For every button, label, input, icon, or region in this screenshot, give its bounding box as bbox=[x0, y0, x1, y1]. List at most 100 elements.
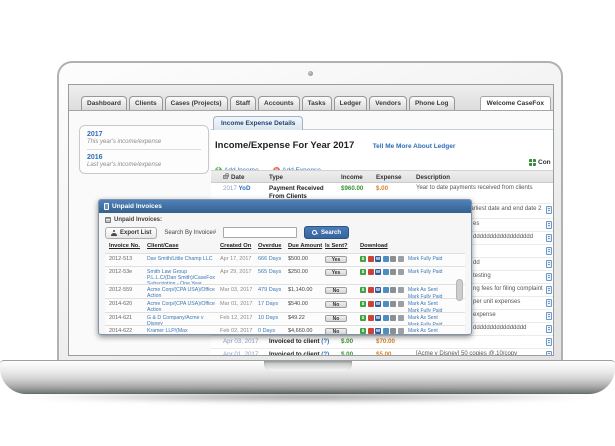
nav-tab-cases[interactable]: Cases (Projects) bbox=[165, 96, 228, 110]
printer-icon[interactable] bbox=[390, 315, 396, 321]
sidebar-item-2017[interactable]: 2017 This year's income/expense bbox=[87, 131, 201, 145]
word-icon[interactable]: W bbox=[375, 301, 381, 307]
word-icon[interactable]: W bbox=[375, 256, 381, 262]
note-icon[interactable] bbox=[546, 325, 552, 333]
search-button[interactable]: Search bbox=[304, 226, 349, 239]
cell-due-amount: $4,660.00 bbox=[288, 328, 312, 334]
tab-income-expense-details[interactable]: Income Expense Details bbox=[213, 116, 303, 130]
note-icon[interactable] bbox=[546, 338, 552, 346]
note-icon[interactable] bbox=[546, 312, 552, 320]
copy-icon[interactable] bbox=[398, 315, 404, 321]
note-icon[interactable] bbox=[546, 286, 552, 294]
mark-fully-paid-link[interactable]: Mark Fully Paid bbox=[408, 269, 442, 276]
cell-description: [Acme v Disney] 50 copies @.10/copy bbox=[416, 351, 546, 356]
pdf-icon[interactable] bbox=[368, 328, 374, 334]
sent-badge: No bbox=[325, 315, 347, 322]
invoice-search-input[interactable] bbox=[223, 227, 297, 238]
note-icon[interactable] bbox=[546, 273, 552, 281]
copy-icon[interactable] bbox=[398, 287, 404, 293]
nav-tab-ledger[interactable]: Ledger bbox=[334, 96, 368, 110]
welcome-menu[interactable]: Welcome CaseFox bbox=[480, 96, 551, 110]
yod-link[interactable]: YoD bbox=[239, 185, 251, 192]
view-icon[interactable] bbox=[383, 315, 389, 321]
dialog-titlebar[interactable]: Unpaid Invoices bbox=[99, 200, 471, 213]
nav-tab-staff[interactable]: Staff bbox=[230, 96, 256, 110]
pdf-icon[interactable] bbox=[368, 301, 374, 307]
view-icon[interactable] bbox=[383, 328, 389, 334]
note-icon[interactable] bbox=[546, 247, 552, 255]
note-icon[interactable] bbox=[546, 260, 552, 268]
cell-income: $.00 bbox=[341, 351, 353, 356]
help-question-link[interactable]: (?) bbox=[321, 338, 329, 345]
nav-tab-phone-log[interactable]: Phone Log bbox=[409, 96, 455, 110]
scrollbar-thumb[interactable] bbox=[456, 279, 463, 301]
nav-tab-dashboard[interactable]: Dashboard bbox=[81, 96, 127, 110]
view-icon[interactable] bbox=[383, 256, 389, 262]
dollar-icon[interactable]: $ bbox=[360, 328, 366, 334]
column-is-sent[interactable]: Is Sent? bbox=[325, 243, 348, 249]
view-icon[interactable] bbox=[383, 301, 389, 307]
word-icon[interactable]: W bbox=[375, 269, 381, 275]
help-question-link[interactable]: (?) bbox=[321, 351, 329, 356]
pdf-icon[interactable] bbox=[368, 269, 374, 275]
word-icon[interactable]: W bbox=[375, 287, 381, 293]
column-created-on[interactable]: Created On bbox=[220, 243, 251, 249]
column-client-case[interactable]: Client/Case bbox=[147, 243, 179, 249]
export-list-button[interactable]: Export List bbox=[105, 227, 157, 239]
note-icon[interactable] bbox=[546, 299, 552, 307]
nav-tab-tasks[interactable]: Tasks bbox=[302, 96, 332, 110]
page-title: Income/Expense For Year 2017 bbox=[215, 140, 354, 151]
copy-icon[interactable] bbox=[398, 328, 404, 334]
mark-fully-paid-link[interactable]: Mark Fully Paid bbox=[408, 335, 442, 336]
overdue-link[interactable]: 666 Days bbox=[258, 256, 281, 262]
printer-icon[interactable] bbox=[390, 328, 396, 334]
sidebar-item-2016[interactable]: 2016 Last year's income/expense bbox=[87, 154, 201, 168]
year-link-2017[interactable]: 2017 bbox=[87, 131, 201, 138]
mark-fully-paid-link[interactable]: Mark Fully Paid bbox=[408, 256, 442, 263]
nav-tab-accounts[interactable]: Accounts bbox=[258, 96, 300, 110]
nav-tab-vendors[interactable]: Vendors bbox=[369, 96, 407, 110]
pdf-icon[interactable] bbox=[368, 256, 374, 262]
cell-income: $.00 bbox=[341, 338, 353, 345]
printer-icon[interactable] bbox=[390, 301, 396, 307]
dollar-icon[interactable]: $ bbox=[360, 287, 366, 293]
column-download[interactable]: Download bbox=[360, 243, 388, 249]
cell-client-case[interactable]: Kramer LLP/(Max Kramer)/CaseFox Subscrip… bbox=[147, 328, 217, 335]
overdue-link[interactable]: 17 Days bbox=[258, 301, 278, 307]
note-icon[interactable] bbox=[546, 351, 552, 356]
printer-icon[interactable] bbox=[390, 269, 396, 275]
view-icon[interactable] bbox=[383, 269, 389, 275]
column-invoice-no[interactable]: Invoice No. bbox=[109, 243, 140, 249]
year-link-2016[interactable]: 2016 bbox=[87, 154, 201, 161]
word-icon[interactable]: W bbox=[375, 315, 381, 321]
overdue-link[interactable]: 10 Days bbox=[258, 315, 278, 321]
cell-client-case[interactable]: Dav Smith/Little Champ LLC bbox=[147, 256, 217, 262]
top-nav: Dashboard Clients Cases (Projects) Staff… bbox=[69, 85, 553, 111]
overdue-link[interactable]: 479 Days bbox=[258, 287, 281, 293]
note-icon[interactable] bbox=[546, 206, 552, 214]
dollar-icon[interactable]: $ bbox=[360, 301, 366, 307]
column-overdue[interactable]: Overdue bbox=[258, 243, 282, 249]
dollar-icon[interactable]: $ bbox=[360, 269, 366, 275]
copy-icon[interactable] bbox=[398, 301, 404, 307]
column-due-amount[interactable]: Due Amount bbox=[288, 243, 322, 249]
copy-icon[interactable] bbox=[398, 269, 404, 275]
cell-due-amount: $500.00 bbox=[288, 256, 308, 262]
overdue-link[interactable]: 565 Days bbox=[258, 269, 281, 275]
word-icon[interactable]: W bbox=[375, 328, 381, 334]
pdf-icon[interactable] bbox=[368, 287, 374, 293]
search-label: Search By Invoice# bbox=[164, 230, 216, 236]
note-icon[interactable] bbox=[546, 221, 552, 229]
ledger-help-link[interactable]: Tell Me More About Ledger bbox=[373, 143, 456, 150]
note-icon[interactable] bbox=[546, 234, 552, 242]
dollar-icon[interactable]: $ bbox=[360, 315, 366, 321]
overdue-link[interactable]: 0 Days bbox=[258, 328, 275, 334]
view-icon[interactable] bbox=[383, 287, 389, 293]
nav-tab-clients[interactable]: Clients bbox=[129, 96, 163, 110]
pdf-icon[interactable] bbox=[368, 315, 374, 321]
printer-icon[interactable] bbox=[390, 287, 396, 293]
printer-icon[interactable] bbox=[390, 256, 396, 262]
convert-export-button[interactable]: Con bbox=[529, 159, 551, 166]
copy-icon[interactable] bbox=[398, 256, 404, 262]
dollar-icon[interactable]: $ bbox=[360, 256, 366, 262]
